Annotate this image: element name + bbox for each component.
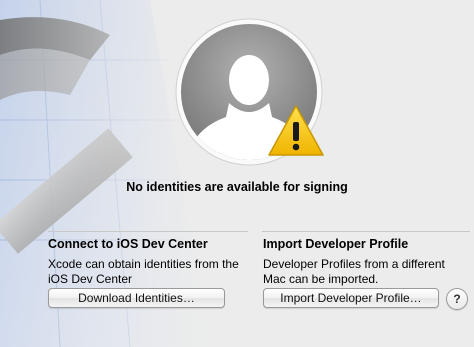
import-section: Import Developer Profile Developer Profi… — [263, 237, 463, 287]
no-identities-message: No identities are available for signing — [126, 180, 348, 194]
import-developer-profile-button[interactable]: Import Developer Profile… — [263, 288, 439, 308]
download-identities-button[interactable]: Download Identities… — [48, 288, 225, 308]
divider-right — [262, 231, 470, 232]
connect-title: Connect to iOS Dev Center — [48, 237, 208, 251]
import-title: Import Developer Profile — [263, 237, 409, 251]
warning-triangle-icon — [268, 105, 324, 156]
divider-left — [48, 231, 248, 232]
connect-description: Xcode can obtain identities from the iOS… — [48, 257, 239, 286]
connect-section: Connect to iOS Dev Center Xcode can obta… — [48, 237, 248, 287]
help-button[interactable]: ? — [446, 288, 468, 310]
import-description: Developer Profiles from a different Mac … — [263, 257, 445, 286]
